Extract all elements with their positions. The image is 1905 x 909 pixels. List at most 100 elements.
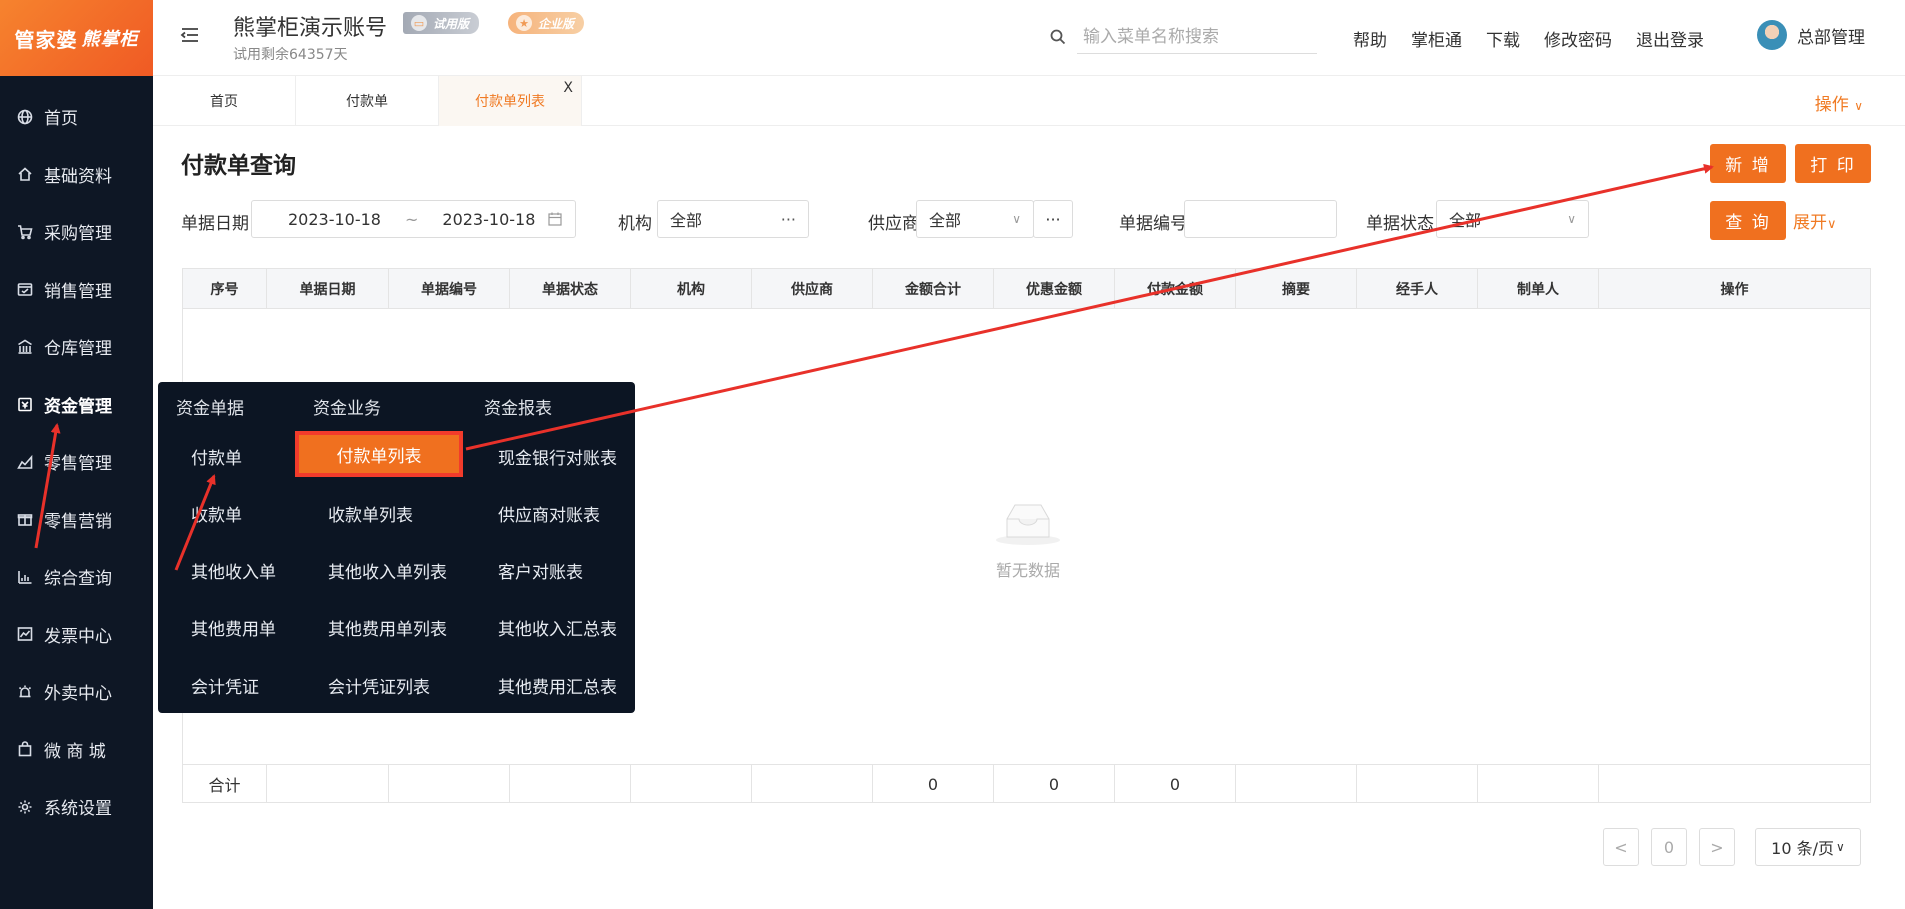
column-header: 单据日期 [267,269,389,308]
flyout-header: 资金业务 [313,399,381,419]
app-logo[interactable]: 管家婆 熊掌柜 [0,0,153,76]
more-icon[interactable]: ··· [781,210,796,229]
supplier-select[interactable]: 全部 ∨ [916,200,1034,238]
flyout-item-receipt-list[interactable]: 收款单列表 [328,501,413,526]
help-link[interactable]: 帮助 [1353,26,1387,51]
footer-cell [1478,765,1599,803]
sidebar-item-settings[interactable]: 系统设置 [0,778,153,836]
sidebar-item-marketing[interactable]: 零售营销 [0,491,153,549]
cart-icon [16,223,34,241]
sidebar-item-basic-data[interactable]: 基础资料 [0,146,153,204]
docno-input[interactable] [1184,200,1337,238]
tab-payment-list[interactable]: 付款单列表 X [439,76,582,126]
download-link[interactable]: 下载 [1486,26,1520,51]
sidebar-item-label: 发票中心 [44,626,112,647]
sidebar-item-retail[interactable]: 零售管理 [0,433,153,491]
empty-state: 暂无数据 [993,497,1063,581]
footer-cell [389,765,510,803]
flyout-item-supplier-recon[interactable]: 供应商对账表 [498,501,600,526]
add-button[interactable]: 新 增 [1710,144,1786,183]
sidebar-item-label: 采购管理 [44,224,112,245]
footer-cell [752,765,873,803]
sidebar-item-label: 资金管理 [44,396,112,417]
flyout-item-other-expense[interactable]: 其他费用单 [191,615,276,640]
sidebar-item-sales[interactable]: 销售管理 [0,261,153,319]
logo-text-a: 管家婆 [14,27,78,52]
sidebar-item-query[interactable]: 综合查询 [0,548,153,606]
org-label: 机构 [618,214,652,234]
wallet-icon [16,395,34,413]
change-password-link[interactable]: 修改密码 [1544,26,1612,51]
flyout-item-other-expense-list[interactable]: 其他费用单列表 [328,615,447,640]
expand-filters-toggle[interactable]: 展开∨ [1793,208,1837,233]
footer-cell: 0 [873,765,994,803]
status-select[interactable]: 全部 ∨ [1436,200,1589,238]
flyout-item-receipt[interactable]: 收款单 [191,501,242,526]
more-icon: ··· [1045,209,1061,229]
status-label: 单据状态 [1366,214,1434,234]
sidebar-item-mall[interactable]: 微 商 城 [0,721,153,779]
date-to: 2023-10-18 [442,209,536,229]
footer-cell [1599,765,1870,803]
sidebar-item-home[interactable]: 首页 [0,88,153,146]
supplier-more-button[interactable]: ··· [1033,200,1073,238]
current-page[interactable]: 0 [1651,828,1687,866]
sidebar-item-label: 首页 [44,109,78,130]
sidebar-item-label: 仓库管理 [44,339,112,360]
account-name: 熊掌柜演示账号 [233,16,388,41]
footer-cell [631,765,752,803]
flyout-item-other-income-list[interactable]: 其他收入单列表 [328,558,447,583]
sidebar-menu: 首页 基础资料 采购管理 销售管理 仓库管理 资金管理 零售管理 零售营销 综合… [0,88,153,836]
tab-payment[interactable]: 付款单 [296,76,439,126]
operations-menu[interactable]: 操作 ∨ [1815,90,1863,115]
column-header: 供应商 [752,269,873,308]
alarm-icon [16,683,34,701]
date-from: 2023-10-18 [288,209,381,229]
sidebar-item-invoice[interactable]: 发票中心 [0,606,153,664]
column-header: 经手人 [1357,269,1478,308]
search-icon[interactable] [1049,28,1067,46]
flyout-item-voucher[interactable]: 会计凭证 [191,673,259,698]
sidebar-item-finance[interactable]: 资金管理 [0,376,153,434]
flyout-header: 资金报表 [484,399,552,419]
supplier-label: 供应商 [868,214,919,234]
date-range-picker[interactable]: 2023-10-18 ~ 2023-10-18 [251,200,576,238]
user-menu[interactable]: 总部管理 [1757,20,1865,50]
flyout-item-payment-list[interactable]: 付款单列表 [295,431,463,477]
sidebar-item-warehouse[interactable]: 仓库管理 [0,318,153,376]
page-title: 付款单查询 [181,153,296,179]
next-page-button[interactable]: > [1699,828,1735,866]
date-label: 单据日期 [181,214,249,234]
page-size-select[interactable]: 10 条/页 ∨ [1755,828,1861,866]
warehouse-icon [16,338,34,356]
globe-icon [16,108,34,126]
print-button[interactable]: 打 印 [1795,144,1871,183]
table-header: 序号 单据日期 单据编号 单据状态 机构 供应商 金额合计 优惠金额 付款金额 … [183,269,1870,309]
flyout-item-other-income-summary[interactable]: 其他收入汇总表 [498,615,617,640]
chevron-down-icon: ∨ [1827,217,1837,232]
flyout-item-cash-bank-recon[interactable]: 现金银行对账表 [498,444,617,469]
flyout-item-other-income[interactable]: 其他收入单 [191,558,276,583]
logout-link[interactable]: 退出登录 [1636,26,1704,51]
column-header: 优惠金额 [994,269,1115,308]
sidebar-item-delivery[interactable]: 外卖中心 [0,663,153,721]
logo-text-b: 熊掌柜 [81,29,139,50]
flyout-item-voucher-list[interactable]: 会计凭证列表 [328,673,430,698]
flyout-item-other-expense-summary[interactable]: 其他费用汇总表 [498,673,617,698]
close-icon[interactable]: X [563,80,573,96]
column-header: 单据状态 [510,269,631,308]
prev-page-button[interactable]: < [1603,828,1639,866]
flyout-item-customer-recon[interactable]: 客户对账表 [498,558,583,583]
column-header: 单据编号 [389,269,510,308]
menu-toggle-icon[interactable] [179,24,201,46]
flyout-item-payment[interactable]: 付款单 [191,444,242,469]
sidebar-item-purchase[interactable]: 采购管理 [0,203,153,261]
org-select[interactable]: 全部 ··· [657,200,809,238]
chevron-down-icon: ∨ [1012,212,1021,226]
query-button[interactable]: 查 询 [1710,201,1786,240]
tab-home[interactable]: 首页 [153,76,296,126]
menu-search-input[interactable] [1077,20,1317,54]
bar-chart-icon [16,568,34,586]
zhangguitong-link[interactable]: 掌柜通 [1411,26,1462,51]
chart-area-icon [16,453,34,471]
